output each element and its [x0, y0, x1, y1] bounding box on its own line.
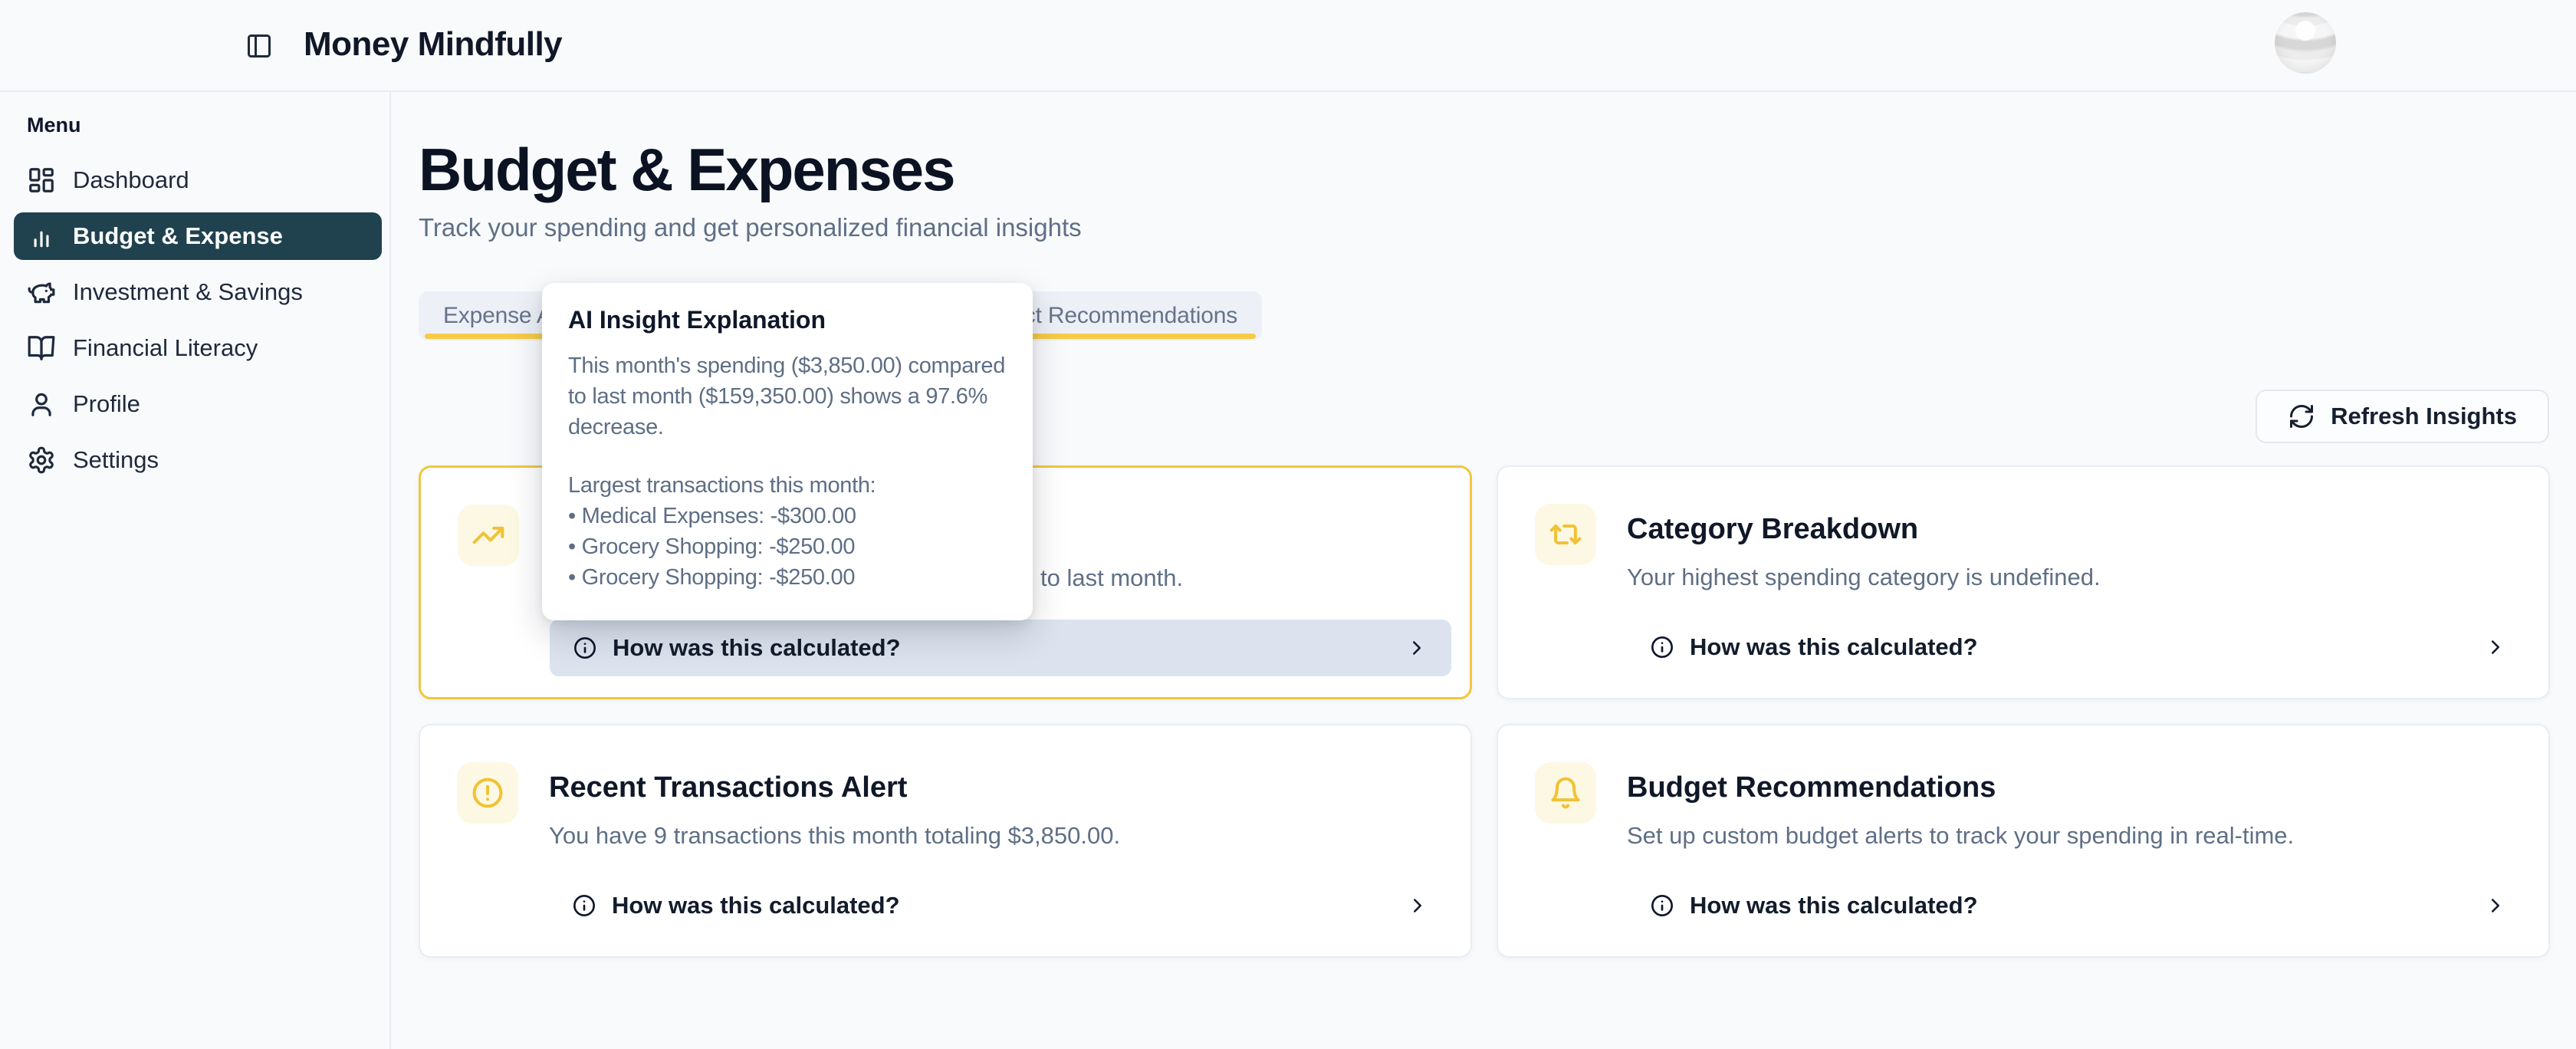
app-header: Money Mindfully [0, 0, 2576, 92]
refresh-icon [2288, 403, 2315, 430]
book-open-icon [27, 334, 56, 363]
card-body: Recent Transactions Alert You have 9 tra… [549, 762, 1434, 956]
refresh-insights-button[interactable]: Refresh Insights [2256, 390, 2549, 443]
sidebar-nav: Dashboard Budget & Expense Investment & … [0, 156, 389, 484]
chevron-right-icon [2484, 894, 2507, 917]
tooltip-transaction-item: • Medical Expenses: -$300.00 [568, 501, 1010, 531]
sidebar-item-financial-literacy[interactable]: Financial Literacy [14, 324, 382, 372]
sidebar-item-profile[interactable]: Profile [14, 380, 382, 428]
page-title: Budget & Expenses [419, 133, 2576, 206]
tooltip-title: AI Insight Explanation [568, 306, 1010, 334]
user-icon [27, 390, 56, 419]
card-title: Budget Recommendations [1627, 771, 2512, 804]
how-calculated-row[interactable]: How was this calculated? [1627, 619, 2530, 676]
sidebar-item-label: Dashboard [73, 166, 189, 194]
tooltip-transaction-item: • Grocery Shopping: -$250.00 [568, 531, 1010, 562]
card-title: Category Breakdown [1627, 513, 2512, 545]
card-title: Recent Transactions Alert [549, 771, 1434, 804]
how-calculated-label: How was this calculated? [612, 892, 900, 919]
app-title: Money Mindfully [304, 25, 562, 64]
main-content: Budget & Expenses Track your spending an… [391, 92, 2576, 1049]
bell-icon [1535, 762, 1596, 824]
sidebar-toggle-button[interactable] [244, 31, 274, 61]
info-icon [572, 893, 596, 918]
card-budget-recommendations: Budget Recommendations Set up custom bud… [1497, 724, 2550, 958]
card-recent-transactions: Recent Transactions Alert You have 9 tra… [419, 724, 1472, 958]
repeat-icon [1535, 504, 1596, 565]
panel-left-icon [245, 32, 273, 60]
sidebar-item-label: Budget & Expense [73, 222, 283, 250]
avatar[interactable] [2275, 12, 2336, 74]
alert-circle-icon [457, 762, 518, 824]
tooltip-body-line: This month's spending ($3,850.00) compar… [568, 350, 1010, 381]
card-body: Budget Recommendations Set up custom bud… [1627, 762, 2512, 956]
card-body: Category Breakdown Your highest spending… [1627, 504, 2512, 698]
sidebar-item-investment-savings[interactable]: Investment & Savings [14, 268, 382, 316]
sidebar-item-budget-expense[interactable]: Budget & Expense [14, 212, 382, 260]
gear-icon [27, 446, 56, 475]
how-calculated-label: How was this calculated? [1690, 633, 1978, 661]
info-icon [573, 636, 597, 660]
card-subtitle: Your highest spending category is undefi… [1627, 564, 2512, 591]
how-calculated-label: How was this calculated? [1690, 892, 1978, 919]
chevron-right-icon [2484, 636, 2507, 659]
tooltip-transaction-item: • Grocery Shopping: -$250.00 [568, 562, 1010, 593]
page-subtitle: Track your spending and get personalized… [419, 213, 2576, 242]
dashboard-icon [27, 166, 56, 195]
sidebar-item-label: Profile [73, 390, 140, 418]
sidebar-item-settings[interactable]: Settings [14, 436, 382, 484]
tooltip-body-line: decrease. [568, 412, 1010, 442]
bar-chart-icon [27, 222, 56, 251]
piggy-bank-icon [27, 278, 56, 307]
tooltip-body-line: to last month ($159,350.00) shows a 97.6… [568, 381, 1010, 412]
info-icon [1650, 893, 1674, 918]
chevron-right-icon [1406, 894, 1429, 917]
chevron-right-icon [1405, 636, 1428, 659]
sidebar-item-label: Settings [73, 446, 159, 474]
sidebar: Menu Dashboard Budget & Expense [0, 92, 391, 1049]
how-calculated-row[interactable]: How was this calculated? [1627, 877, 2530, 934]
how-calculated-row[interactable]: How was this calculated? [549, 877, 1452, 934]
ai-insight-tooltip: AI Insight Explanation This month's spen… [542, 283, 1033, 620]
card-subtitle: You have 9 transactions this month total… [549, 822, 1434, 850]
how-calculated-label: How was this calculated? [613, 634, 901, 662]
sidebar-item-label: Investment & Savings [73, 278, 303, 306]
sidebar-item-label: Financial Literacy [73, 334, 258, 362]
menu-section-label: Menu [27, 113, 389, 136]
card-category-breakdown: Category Breakdown Your highest spending… [1497, 465, 2550, 699]
refresh-insights-label: Refresh Insights [2331, 403, 2517, 430]
info-icon [1650, 635, 1674, 659]
how-calculated-row[interactable]: How was this calculated? [550, 620, 1451, 676]
sidebar-item-dashboard[interactable]: Dashboard [14, 156, 382, 204]
trending-up-icon [458, 505, 519, 566]
card-subtitle: Set up custom budget alerts to track you… [1627, 822, 2512, 850]
tooltip-transactions-heading: Largest transactions this month: [568, 470, 1010, 501]
